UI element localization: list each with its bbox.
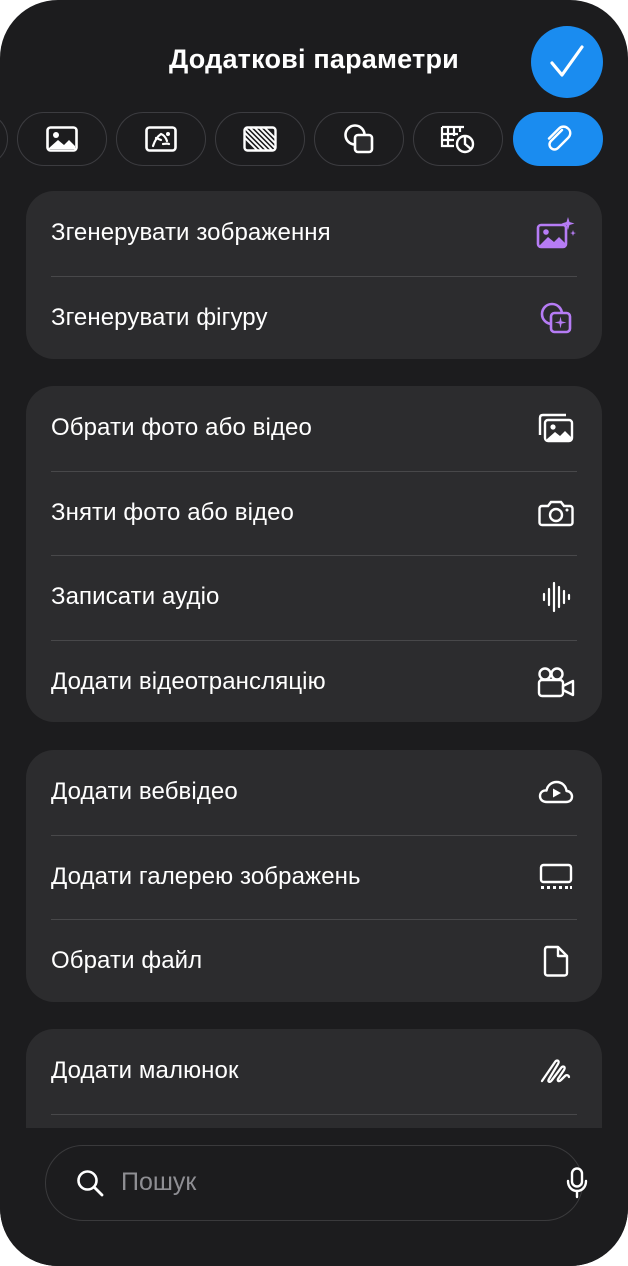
record-audio-label: Записати аудіо bbox=[51, 583, 220, 611]
add-web-video-label: Додати вебвідео bbox=[51, 778, 238, 806]
choose-photo-label: Обрати фото або відео bbox=[51, 414, 312, 442]
generate-shape-item[interactable]: Згенерувати фігуру bbox=[26, 275, 602, 361]
generate-group: Згенерувати зображення Згенерувати фігур… bbox=[26, 191, 602, 359]
shapes-icon bbox=[344, 124, 374, 154]
tab-table-chart[interactable] bbox=[413, 112, 503, 166]
add-live-video-label: Додати відеотрансляцію bbox=[51, 667, 326, 695]
generate-image-label: Згенерувати зображення bbox=[51, 219, 331, 247]
tab-pattern[interactable] bbox=[215, 112, 305, 166]
generate-image-icon bbox=[536, 213, 576, 253]
microphone-icon[interactable] bbox=[566, 1167, 588, 1199]
tab-image-edit[interactable] bbox=[116, 112, 206, 166]
checkmark-icon bbox=[550, 45, 584, 77]
paperclip-icon bbox=[547, 125, 572, 151]
gallery-icon bbox=[536, 857, 576, 897]
add-drawing-label: Додати малюнок bbox=[51, 1057, 239, 1085]
add-live-video-item[interactable]: Додати відеотрансляцію bbox=[26, 639, 602, 725]
scribble-icon bbox=[536, 1051, 576, 1091]
take-photo-item[interactable]: Зняти фото або відео bbox=[26, 470, 602, 556]
take-photo-label: Зняти фото або відео bbox=[51, 498, 295, 526]
document-icon bbox=[536, 941, 576, 981]
video-camera-icon bbox=[536, 662, 576, 702]
choose-file-item[interactable]: Обрати файл bbox=[26, 919, 602, 1004]
image-icon bbox=[46, 126, 78, 152]
tab-partial[interactable] bbox=[0, 112, 8, 166]
record-audio-item[interactable]: Записати аудіо bbox=[26, 555, 602, 640]
add-drawing-item[interactable]: Додати малюнок bbox=[26, 1029, 602, 1114]
hatch-pattern-icon bbox=[243, 126, 277, 152]
tab-shapes[interactable] bbox=[314, 112, 404, 166]
media-group: Обрати фото або відео Зняти фото або від… bbox=[26, 386, 602, 722]
choose-file-label: Обрати файл bbox=[51, 947, 203, 975]
tab-image[interactable] bbox=[17, 112, 107, 166]
cloud-play-icon bbox=[536, 772, 576, 812]
photo-library-icon bbox=[536, 408, 576, 448]
add-gallery-item[interactable]: Додати галерею зображень bbox=[26, 834, 602, 920]
search-bar bbox=[45, 1145, 588, 1221]
camera-icon bbox=[536, 493, 576, 533]
tab-attachment[interactable] bbox=[513, 112, 603, 166]
add-web-video-item[interactable]: Додати вебвідео bbox=[26, 750, 602, 835]
image-sparkle-icon bbox=[145, 126, 177, 152]
web-group: Додати вебвідео Додати галерею зображень bbox=[26, 750, 602, 1002]
options-sheet: Додаткові параметри Згенерувати зображен… bbox=[0, 0, 628, 1266]
done-button[interactable] bbox=[531, 26, 603, 98]
waveform-icon bbox=[536, 577, 576, 617]
search-icon bbox=[77, 1170, 104, 1197]
search-input[interactable] bbox=[119, 1146, 499, 1219]
table-chart-icon bbox=[440, 125, 475, 154]
insert-tabs bbox=[0, 112, 628, 168]
generate-shape-icon bbox=[536, 298, 576, 338]
generate-shape-label: Згенерувати фігуру bbox=[51, 303, 268, 331]
choose-photo-item[interactable]: Обрати фото або відео bbox=[26, 386, 602, 471]
generate-image-item[interactable]: Згенерувати зображення bbox=[26, 191, 602, 276]
add-gallery-label: Додати галерею зображень bbox=[51, 862, 361, 890]
